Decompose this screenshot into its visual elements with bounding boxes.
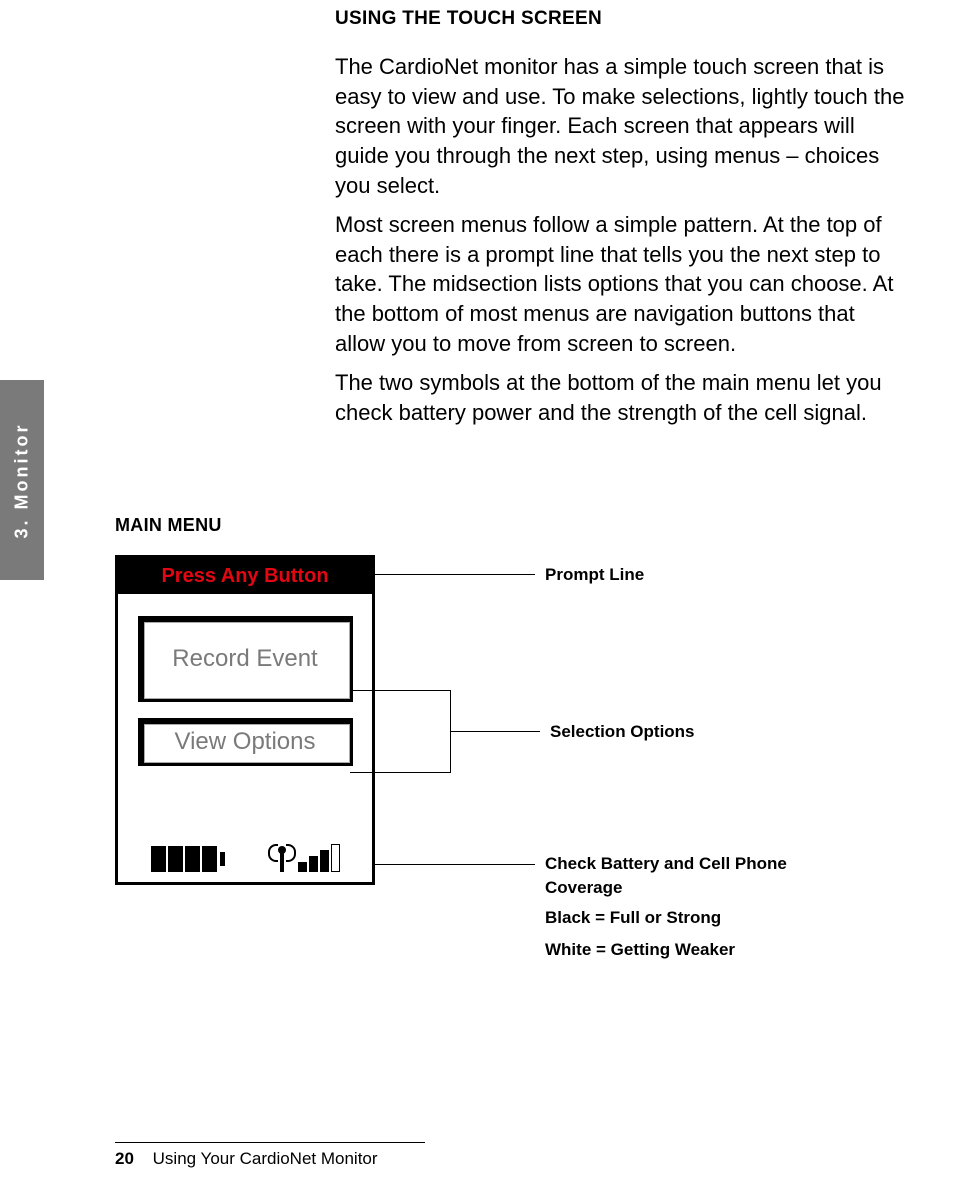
main-menu-subheading: MAIN MENU bbox=[115, 515, 222, 536]
page-footer: 20 Using Your CardioNet Monitor bbox=[115, 1142, 675, 1169]
body-paragraph-3: The two symbols at the bottom of the mai… bbox=[335, 368, 910, 427]
callout-status-1: Check Battery and Cell Phone Coverage bbox=[545, 852, 805, 900]
callout-status-3: White = Getting Weaker bbox=[545, 938, 735, 962]
page-number: 20 bbox=[115, 1149, 134, 1168]
device-screen-illustration: Press Any Button Record Event View Optio… bbox=[115, 555, 375, 885]
body-paragraph-1: The CardioNet monitor has a simple touch… bbox=[335, 52, 910, 200]
callout-status-2: Black = Full or Strong bbox=[545, 906, 721, 930]
device-view-options-label: View Options bbox=[175, 728, 316, 756]
section-heading: USING THE TOUCH SCREEN bbox=[335, 8, 602, 30]
chapter-side-tab: 3. Monitor bbox=[0, 380, 44, 580]
device-record-event-button: Record Event bbox=[138, 616, 353, 702]
footer-title: Using Your CardioNet Monitor bbox=[153, 1149, 378, 1168]
body-paragraph-2: Most screen menus follow a simple patter… bbox=[335, 210, 910, 358]
antenna-icon bbox=[270, 842, 294, 872]
callout-selection-options: Selection Options bbox=[550, 720, 695, 744]
chapter-side-tab-label: 3. Monitor bbox=[12, 422, 33, 538]
device-record-event-label: Record Event bbox=[172, 645, 317, 673]
device-status-row bbox=[118, 836, 372, 872]
device-view-options-button: View Options bbox=[138, 718, 353, 766]
callout-prompt-line: Prompt Line bbox=[545, 563, 644, 587]
cell-signal-icon bbox=[270, 842, 340, 872]
battery-icon bbox=[151, 846, 225, 872]
device-prompt-line: Press Any Button bbox=[118, 558, 372, 594]
footer-rule bbox=[115, 1142, 425, 1143]
